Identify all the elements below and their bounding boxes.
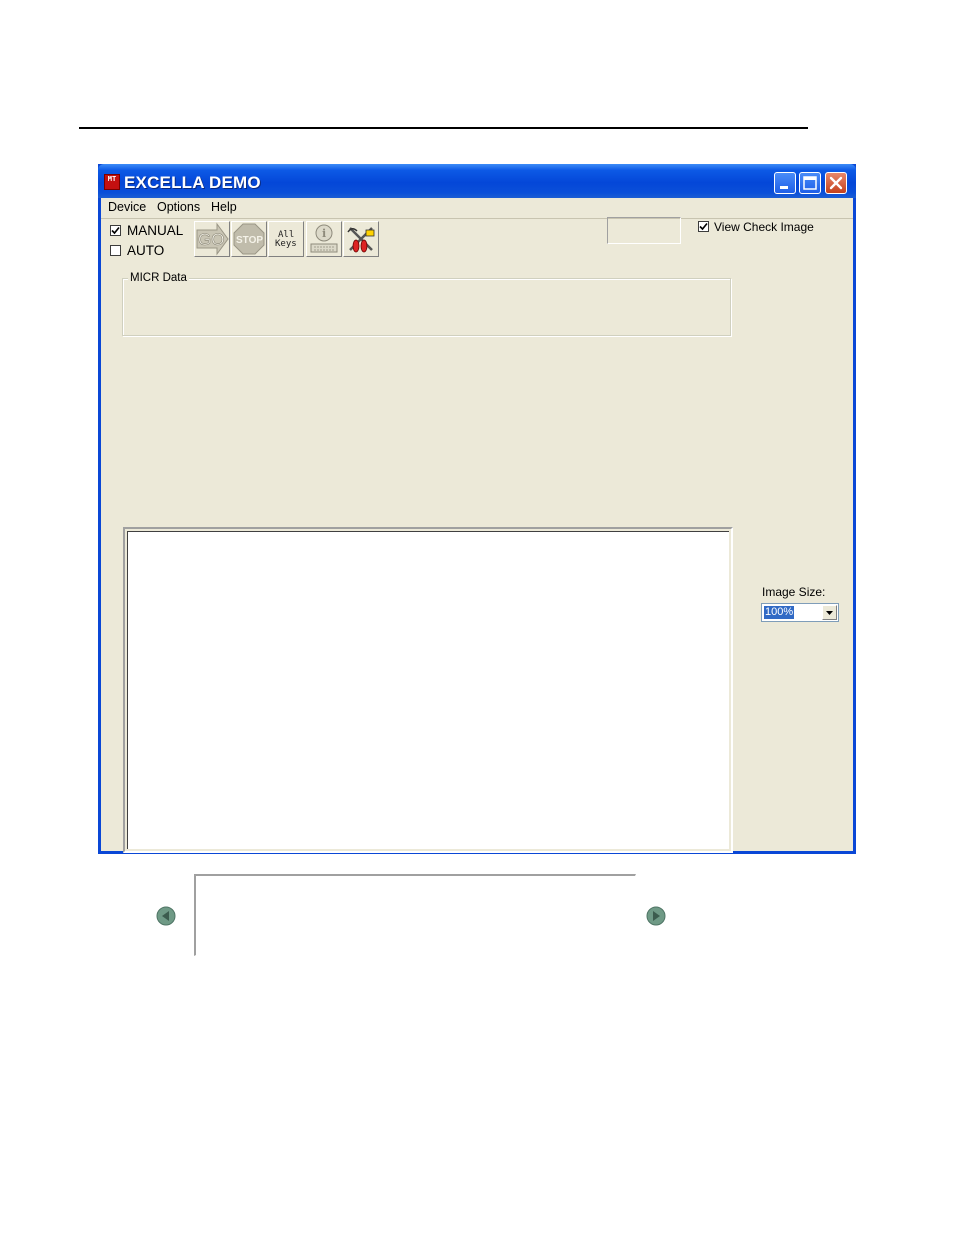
arrow-left-icon	[156, 906, 176, 926]
micr-data-label: MICR Data	[128, 272, 189, 284]
caption-display	[194, 874, 636, 956]
image-size-label: Image Size:	[762, 585, 826, 599]
view-check-label: View Check Image	[714, 220, 814, 234]
menu-help[interactable]: Help	[211, 200, 237, 214]
dropdown-button[interactable]	[822, 605, 837, 620]
status-display	[607, 217, 681, 244]
minimize-icon	[780, 186, 788, 189]
check-image-canvas	[127, 531, 729, 849]
stop-button[interactable]: STOP	[231, 221, 267, 257]
manual-checkbox-box[interactable]	[110, 225, 121, 236]
menu-bar: Device Options Help	[101, 198, 853, 219]
close-button[interactable]	[825, 172, 847, 194]
window-title: EXCELLA DEMO	[124, 173, 261, 192]
maximize-icon	[803, 176, 817, 190]
next-button[interactable]	[646, 906, 666, 926]
info-button[interactable]: i	[306, 221, 342, 257]
chevron-down-icon	[826, 611, 833, 615]
stop-sign-icon: STOP	[233, 223, 265, 255]
tools-icon	[347, 227, 375, 253]
arrow-right-icon	[646, 906, 666, 926]
view-check-image-checkbox[interactable]: View Check Image	[698, 220, 814, 234]
micr-data-group	[122, 278, 731, 336]
checkmark-icon	[111, 226, 120, 235]
go-arrow-icon: GO	[196, 222, 229, 256]
view-check-box[interactable]	[698, 221, 709, 232]
tools-button[interactable]	[343, 221, 379, 257]
checkmark-icon	[699, 222, 708, 231]
previous-button[interactable]	[156, 906, 176, 926]
auto-label: AUTO	[127, 243, 165, 258]
go-label: GO	[198, 230, 224, 249]
auto-mode-checkbox[interactable]: AUTO	[110, 243, 164, 258]
all-keys-icon: All Keys	[275, 230, 297, 249]
check-image-panel	[123, 527, 733, 853]
menu-options[interactable]: Options	[157, 200, 200, 214]
manual-label: MANUAL	[127, 223, 184, 238]
stop-label: STOP	[236, 235, 263, 246]
manual-mode-checkbox[interactable]: MANUAL	[110, 223, 183, 238]
app-window: MT EXCELLA DEMO Device Options Help MANU…	[98, 164, 856, 956]
image-size-value: 100%	[764, 606, 795, 619]
menu-device[interactable]: Device	[108, 200, 146, 214]
app-logo-icon: MT	[104, 174, 120, 190]
close-icon	[829, 176, 843, 190]
maximize-button[interactable]	[799, 172, 821, 194]
auto-checkbox-box[interactable]	[110, 245, 121, 256]
image-size-select[interactable]: 100%	[761, 603, 839, 622]
minimize-button[interactable]	[774, 172, 796, 194]
svg-text:i: i	[322, 227, 326, 240]
go-button[interactable]: GO	[194, 221, 230, 257]
title-bar[interactable]: MT EXCELLA DEMO	[98, 164, 856, 198]
all-keys-label: All Keys	[275, 230, 297, 249]
all-keys-button[interactable]: All Keys	[268, 221, 304, 257]
page-rule	[79, 127, 808, 129]
info-keyboard-icon: i	[310, 224, 338, 253]
client-area: Device Options Help MANUAL AUTO GO STOP	[101, 198, 853, 956]
